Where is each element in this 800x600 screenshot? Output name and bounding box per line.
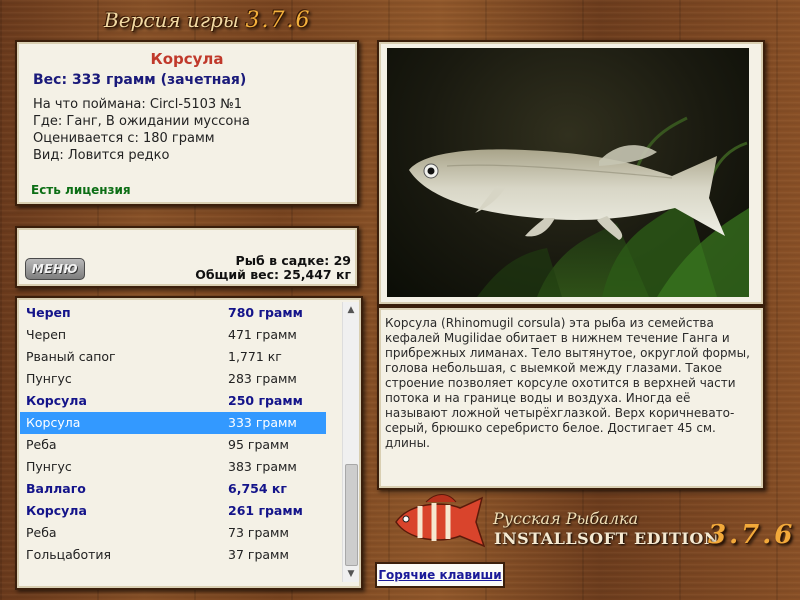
scroll-up-arrow-icon[interactable]: ▲ — [343, 302, 359, 318]
catch-list-row[interactable]: Корсула 250 грамм — [20, 390, 326, 412]
hotkeys-button[interactable]: Горячие клавиши — [375, 562, 505, 588]
catch-fish-name: Корсула — [26, 415, 81, 430]
fish-logo-icon — [395, 494, 486, 548]
catch-fish-weight: 37 грамм — [228, 547, 289, 562]
catch-fish-weight: 73 грамм — [228, 525, 289, 540]
menu-button[interactable]: МЕНЮ — [25, 258, 85, 280]
fish-description-panel: Корсула (Rhinomugil corsula) эта рыба из… — [377, 306, 765, 490]
catch-fish-name: Череп — [26, 327, 67, 342]
catch-fish-name: Гольцаботия — [26, 547, 112, 562]
catch-fish-weight: 6,754 кг — [228, 481, 287, 496]
fish-count: Рыб в садке: 29 — [235, 253, 351, 268]
scroll-thumb[interactable] — [345, 464, 358, 566]
scroll-down-arrow-icon[interactable]: ▼ — [343, 566, 359, 582]
fish-photo-panel — [377, 40, 765, 306]
keepnet-panel: МЕНЮ Рыб в садке: 29 Общий вес: 25,447 к… — [15, 226, 359, 288]
catch-fish-weight: 1,771 кг — [228, 349, 282, 364]
catch-fish-weight: 333 грамм — [228, 415, 297, 430]
catch-fish-name: Валлаго — [26, 481, 86, 496]
catch-list-panel: Череп 780 грамм Череп 471 грамм Рваный сапог… — [15, 296, 363, 590]
catch-list-row[interactable]: Реба 95 грамм — [20, 434, 326, 456]
catch-fish-weight: 471 грамм — [228, 327, 297, 342]
location-line: Где: Ганг, В ожидании муссона — [33, 114, 250, 129]
catch-fish-name: Корсула — [26, 393, 87, 408]
catch-fish-name: Рваный сапог — [26, 349, 116, 364]
catch-list-row[interactable]: Череп 780 грамм — [20, 302, 326, 324]
catch-fish-name: Реба — [26, 525, 57, 540]
catch-list-row[interactable]: Корсула 333 грамм — [20, 412, 326, 434]
catch-list-row[interactable]: Рваный сапог 1,771 кг — [20, 346, 326, 368]
total-weight: Общий вес: 25,447 кг — [195, 267, 351, 282]
type-line: Вид: Ловится редко — [33, 148, 170, 163]
catch-fish-weight: 250 грамм — [228, 393, 303, 408]
fish-name: Корсула — [150, 50, 224, 68]
catch-list-scrollbar[interactable]: ▲ ▼ — [342, 302, 359, 582]
catch-list-row[interactable]: Череп 471 грамм — [20, 324, 326, 346]
catch-list-row[interactable]: Пунгус 383 грамм — [20, 456, 326, 478]
catch-fish-name: Череп — [26, 305, 71, 320]
brand-version: 3.7.6 — [708, 520, 796, 550]
fish-info-panel: Корсула Вес: 333 грамм (зачетная) На что… — [15, 40, 359, 206]
catch-fish-weight: 95 грамм — [228, 437, 289, 452]
brand-line-2: INSTALLSOFT EDITION — [494, 529, 719, 548]
title-version: 3.7.6 — [245, 8, 312, 33]
brand-line-1: Русская Рыбалка — [493, 509, 639, 528]
fish-weight: Вес: 333 грамм (зачетная) — [33, 72, 247, 88]
catch-fish-name: Пунгус — [26, 371, 72, 386]
fish-description: Корсула (Rhinomugil corsula) эта рыба из… — [385, 316, 750, 450]
catch-list-row[interactable]: Пунгус 283 грамм — [20, 368, 326, 390]
catch-list-row[interactable]: Корсула 261 грамм — [20, 500, 326, 522]
catch-fish-weight: 780 грамм — [228, 305, 303, 320]
game-version-title: Версия игры 3.7.6 — [104, 8, 309, 36]
rated-line: Оценивается с: 180 грамм — [33, 131, 215, 146]
license-status: Есть лицензия — [31, 183, 131, 197]
bait-line: На что поймана: Circl-5103 №1 — [33, 97, 243, 112]
fish-photo-drawing — [409, 116, 749, 297]
catch-fish-weight: 261 грамм — [228, 503, 303, 518]
catch-list-row[interactable]: Валлаго 6,754 кг — [20, 478, 326, 500]
title-text: Версия игры — [104, 8, 240, 32]
catch-fish-name: Корсула — [26, 503, 87, 518]
catch-fish-weight: 283 грамм — [228, 371, 297, 386]
catch-list-row[interactable]: Гольцаботия 37 грамм — [20, 544, 326, 566]
catch-fish-name: Реба — [26, 437, 57, 452]
catch-fish-weight: 383 грамм — [228, 459, 297, 474]
catch-fish-name: Пунгус — [26, 459, 72, 474]
fish-photo — [387, 48, 749, 297]
catch-list-row[interactable]: Реба 73 грамм — [20, 522, 326, 544]
catch-list: Череп 780 грамм Череп 471 грамм Рваный сапог… — [20, 302, 326, 566]
